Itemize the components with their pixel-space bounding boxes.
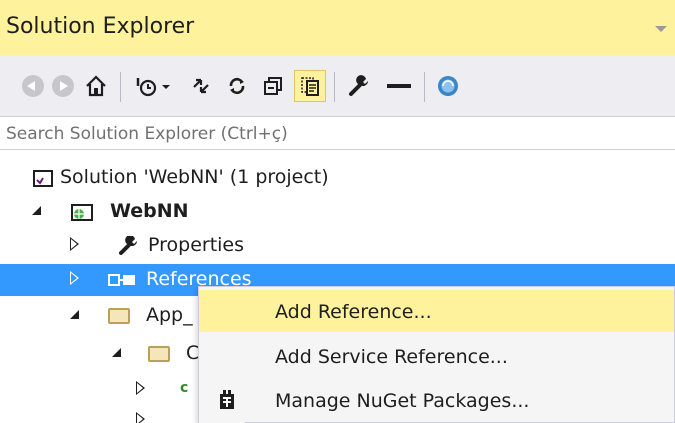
- toolbar-separator: [334, 72, 335, 102]
- forward-button[interactable]: [50, 70, 76, 102]
- refresh-icon: [229, 77, 245, 95]
- sync-icon: [193, 78, 209, 94]
- toolbar-separator: [424, 72, 425, 102]
- collapse-all-icon: [264, 77, 282, 95]
- tree-item-properties[interactable]: Properties: [0, 230, 675, 262]
- folder-icon: [148, 346, 170, 362]
- show-all-files-button[interactable]: [294, 70, 326, 102]
- preview-selected-items-button[interactable]: [382, 70, 416, 102]
- expanded-arrow-icon[interactable]: [70, 310, 79, 319]
- context-menu: Add Reference... Add Service Reference..…: [198, 286, 675, 423]
- properties-button[interactable]: [344, 70, 376, 102]
- collapse-all-button[interactable]: [258, 70, 288, 102]
- home-button[interactable]: [80, 70, 112, 102]
- tree-item-solution[interactable]: Solution 'WebNN' (1 project): [0, 162, 675, 194]
- tree-item-label: Properties: [148, 234, 245, 256]
- solution-icon: [33, 170, 53, 187]
- collapsed-arrow-icon[interactable]: [136, 412, 145, 423]
- view-in-browser-button[interactable]: [432, 70, 464, 102]
- back-icon: [22, 75, 44, 97]
- menu-item-add-reference[interactable]: Add Reference...: [199, 290, 674, 332]
- forward-icon: [52, 75, 74, 97]
- properties-icon: [349, 75, 368, 96]
- csharp-file-icon: c: [180, 380, 189, 396]
- tree-item-label: App_: [146, 304, 193, 326]
- chevron-down-icon: [162, 85, 170, 89]
- view-in-browser-icon: [438, 76, 458, 96]
- menu-item-manage-nuget-packages[interactable]: Manage NuGet Packages...: [199, 379, 674, 421]
- solution-explorer-toolbar: [0, 56, 675, 116]
- collapsed-arrow-icon[interactable]: [70, 237, 79, 251]
- collapsed-arrow-icon[interactable]: [136, 381, 145, 395]
- toolbar-separator: [120, 72, 121, 102]
- panel-title: Solution Explorer: [6, 14, 195, 39]
- pending-changes-filter-button[interactable]: [130, 70, 176, 102]
- menu-item-label: Add Service Reference...: [275, 346, 508, 368]
- back-button[interactable]: [20, 70, 46, 102]
- home-icon: [86, 75, 106, 97]
- sync-active-document-button[interactable]: [186, 70, 216, 102]
- panel-dropdown-icon[interactable]: [655, 26, 667, 32]
- tree-item-label: Solution 'WebNN' (1 project): [60, 166, 329, 188]
- folder-icon: [108, 308, 130, 324]
- show-all-files-icon: [301, 77, 319, 96]
- menu-item-add-service-reference[interactable]: Add Service Reference...: [199, 335, 674, 377]
- expanded-arrow-icon[interactable]: [32, 206, 41, 215]
- web-project-icon: [71, 204, 93, 221]
- tree-item-label: WebNN: [110, 200, 189, 222]
- pending-changes-icon: [136, 78, 157, 97]
- collapsed-arrow-icon[interactable]: [70, 271, 79, 285]
- menu-item-label: Manage NuGet Packages...: [275, 390, 530, 412]
- solution-explorer-titlebar: Solution Explorer: [0, 0, 675, 56]
- expanded-arrow-icon[interactable]: [112, 348, 121, 357]
- tree-item-project[interactable]: WebNN: [0, 196, 675, 228]
- preview-icon: [387, 84, 411, 88]
- search-placeholder: Search Solution Explorer (Ctrl+ç): [6, 124, 288, 144]
- search-input[interactable]: Search Solution Explorer (Ctrl+ç): [0, 116, 675, 150]
- nuget-icon: [220, 390, 234, 409]
- menu-item-label: Add Reference...: [275, 301, 432, 323]
- references-icon: [108, 274, 135, 286]
- refresh-button[interactable]: [222, 70, 252, 102]
- wrench-icon: [119, 236, 137, 255]
